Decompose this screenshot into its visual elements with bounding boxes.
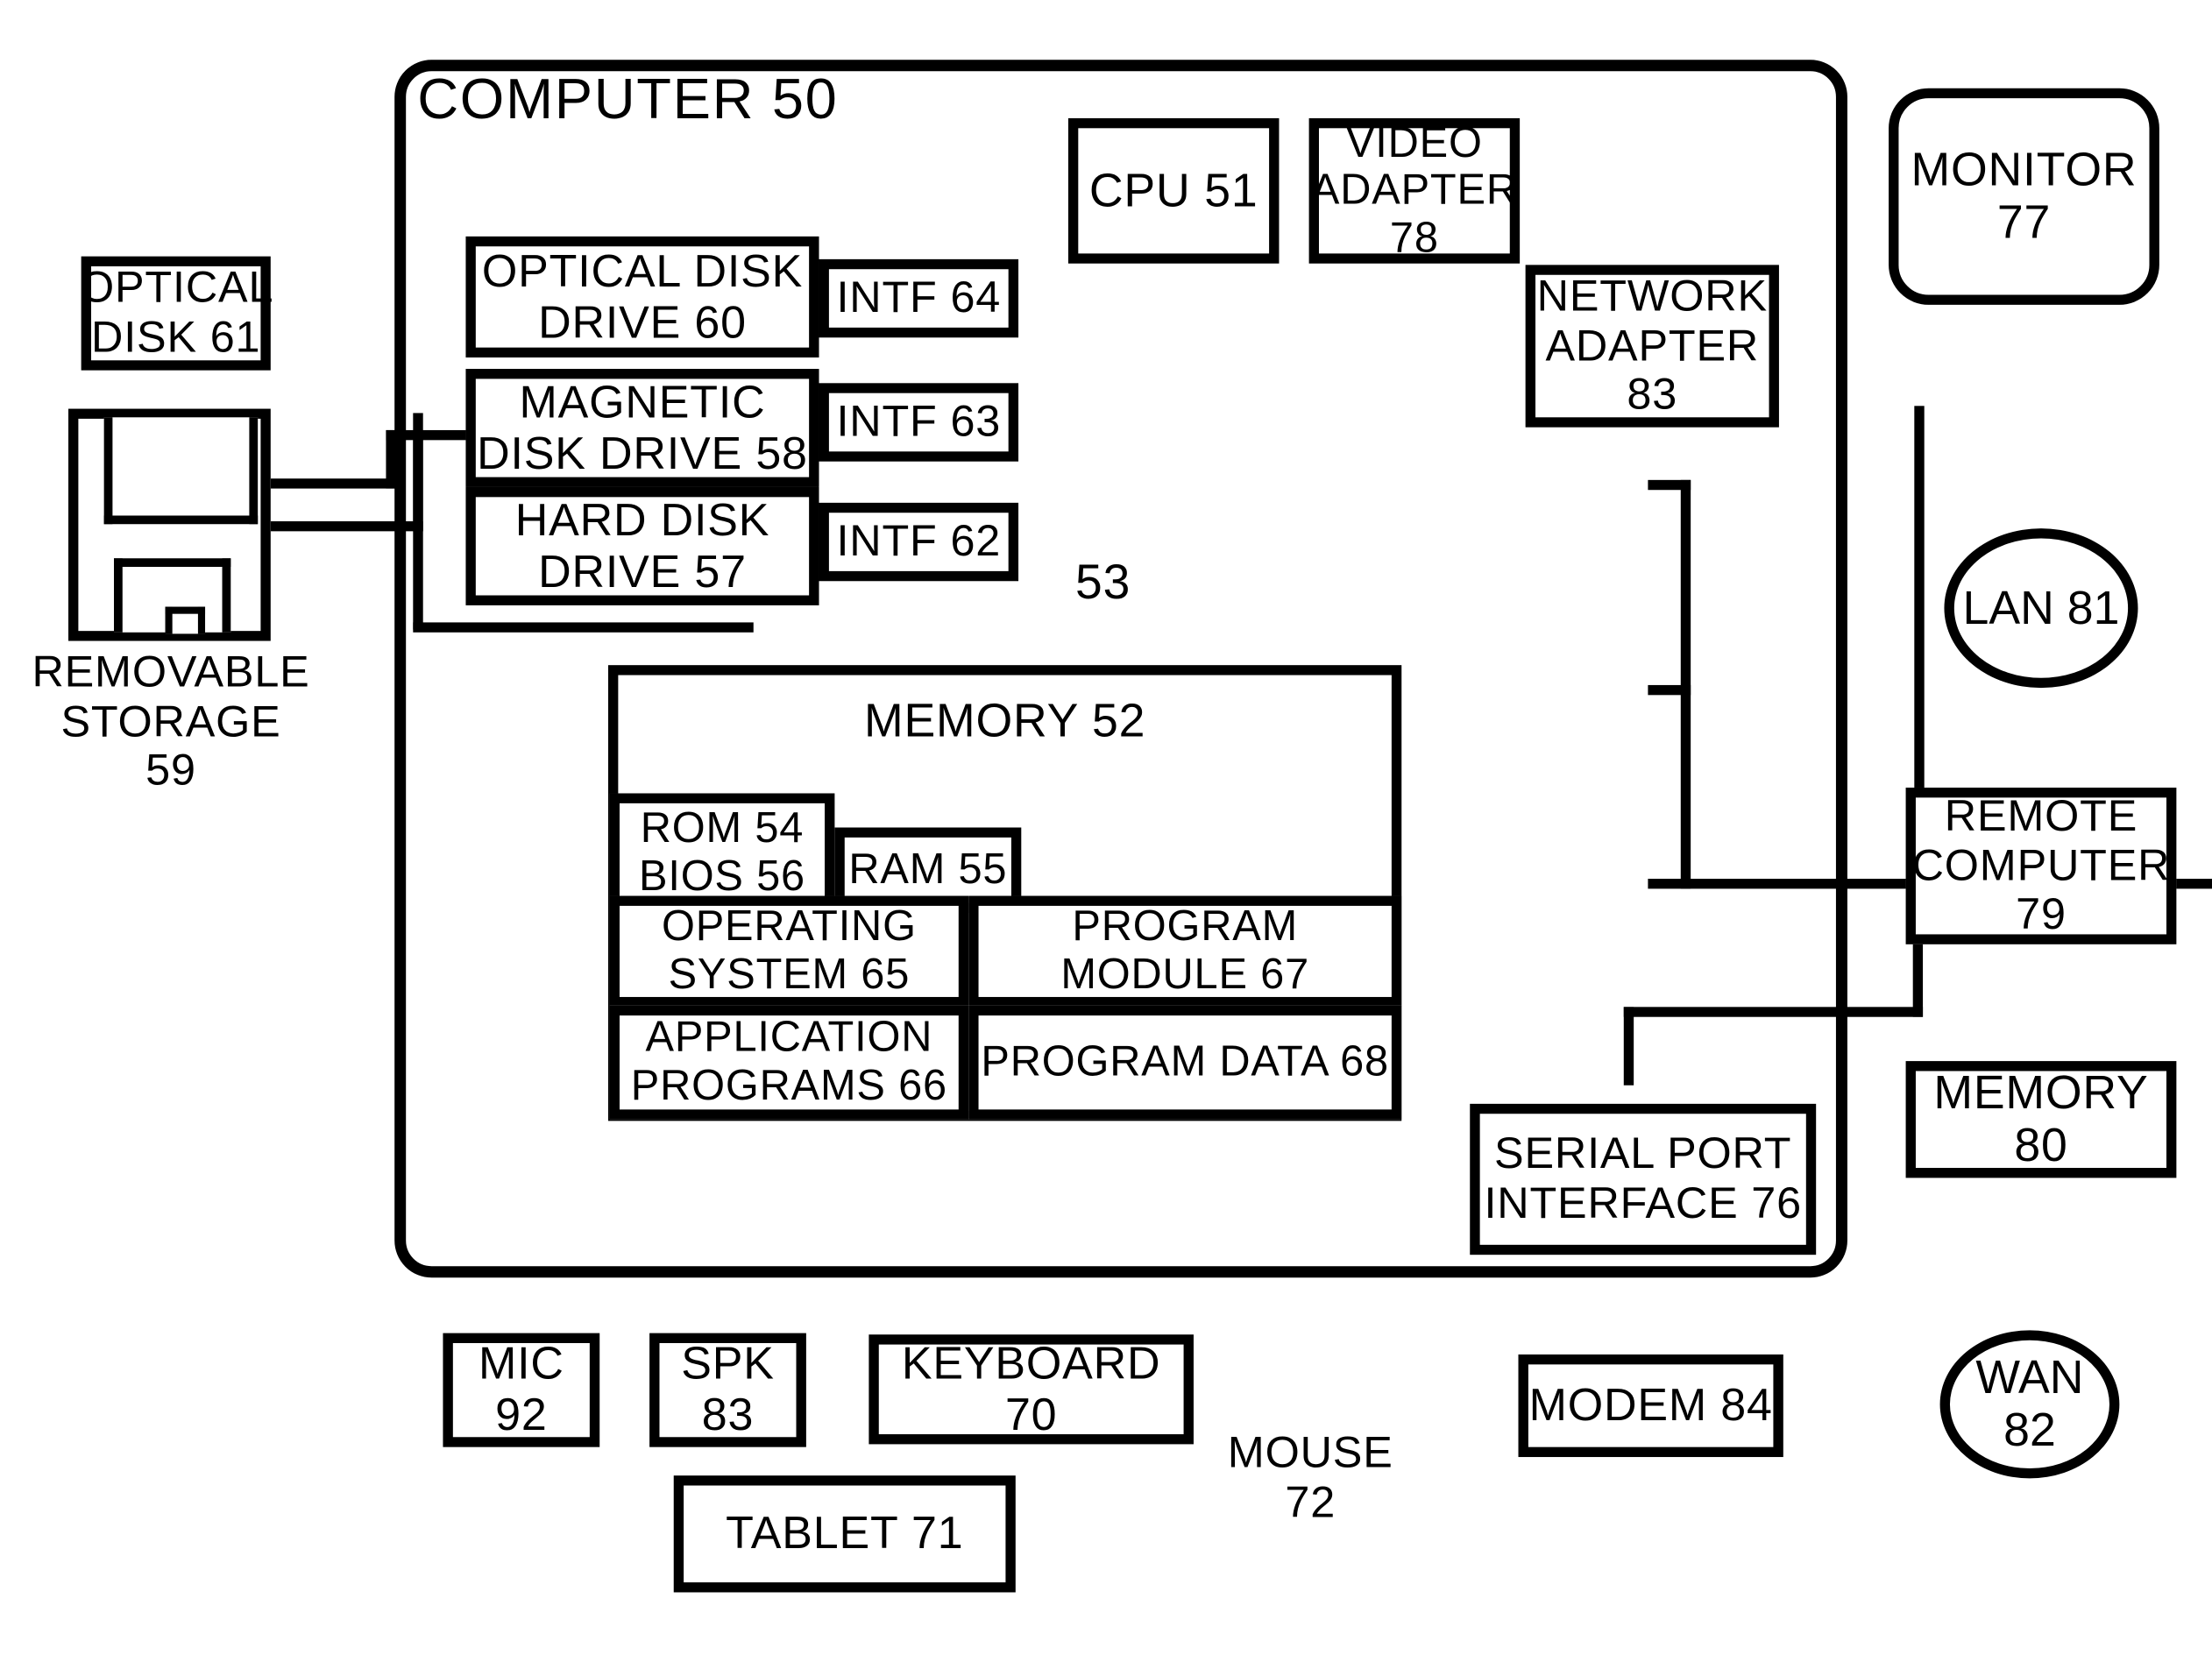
magnetic-disk-drive-58-box[interactable]: MAGNETIC DISK DRIVE 58 [465, 369, 819, 487]
cpu-51-box[interactable]: CPU 51 [1067, 117, 1280, 264]
computer-enclosure-title: COMPUTER 50 [417, 68, 839, 131]
connector-removable-storage-h1 [270, 520, 423, 532]
connector-optical-disk-h1 [270, 478, 396, 489]
operating-system-65-box[interactable]: OPERATING SYSTEM 65 [609, 895, 969, 1008]
connector-intf64-down [1680, 479, 1691, 880]
monitor-77-box[interactable]: MONITOR 77 [1889, 88, 2159, 305]
lan-81-ellipse[interactable]: LAN 81 [1944, 528, 2138, 689]
bus-53-reference-label: 53 [1075, 555, 1131, 610]
connector-intf63-out [1648, 684, 1691, 696]
connector-drive-riser [413, 429, 423, 630]
connector-removable-storage-h2 [413, 622, 754, 633]
floppy-shutter [103, 417, 259, 525]
keyboard-70-box[interactable]: KEYBOARD 70 [868, 1334, 1194, 1445]
program-data-68-box[interactable]: PROGRAM DATA 68 [968, 1005, 1402, 1120]
mic-92-box[interactable]: MIC 92 [443, 1333, 600, 1447]
removable-storage-floppy-icon [68, 408, 271, 641]
remote-computer-79-box[interactable]: REMOTE COMPUTER 79 [1905, 787, 2177, 944]
patent-figure-canvas: COMPUTER 50 OPTICAL DISK 61 REMOVABLE ST… [0, 0, 2212, 1655]
floppy-label-area [114, 558, 231, 634]
system-bus-step-h [1623, 1007, 1924, 1017]
mouse-72-label: MOUSE 72 [1227, 1426, 1393, 1527]
modem-84-box[interactable]: MODEM 84 [1518, 1354, 1783, 1458]
floppy-write-protect-notch [165, 606, 206, 634]
tablet-71-box[interactable]: TABLET 71 [673, 1475, 1016, 1593]
intf-63-box[interactable]: INTF 63 [819, 383, 1019, 462]
wan-82-ellipse[interactable]: WAN 82 [1939, 1330, 2120, 1479]
intf-62-box[interactable]: INTF 62 [819, 502, 1019, 582]
system-bus-to-memory [1623, 1007, 1634, 1086]
serial-port-interface-76-box[interactable]: SERIAL PORT INTERFACE 76 [1470, 1103, 1817, 1255]
removable-storage-59-label: REMOVABLE STORAGE 59 [32, 647, 310, 796]
hard-disk-drive-57-box[interactable]: HARD DISK DRIVE 57 [465, 486, 819, 605]
remote-memory-80-box[interactable]: MEMORY 80 [1905, 1061, 2177, 1178]
network-adapter-83-box[interactable]: NETWORK ADAPTER 83 [1525, 265, 1779, 428]
video-adapter-78-box[interactable]: VIDEO ADAPTER 78 [1308, 117, 1521, 264]
optical-disk-61-box[interactable]: OPTICAL DISK 61 [80, 256, 273, 371]
program-module-67-box[interactable]: PROGRAM MODULE 67 [968, 895, 1402, 1008]
intf-64-box[interactable]: INTF 64 [819, 258, 1019, 338]
spk-83-box[interactable]: SPK 83 [649, 1333, 806, 1447]
optical-disk-drive-60-box[interactable]: OPTICAL DISK DRIVE 60 [465, 236, 819, 358]
application-programs-66-box[interactable]: APPLICATION PROGRAMS 66 [609, 1005, 969, 1120]
